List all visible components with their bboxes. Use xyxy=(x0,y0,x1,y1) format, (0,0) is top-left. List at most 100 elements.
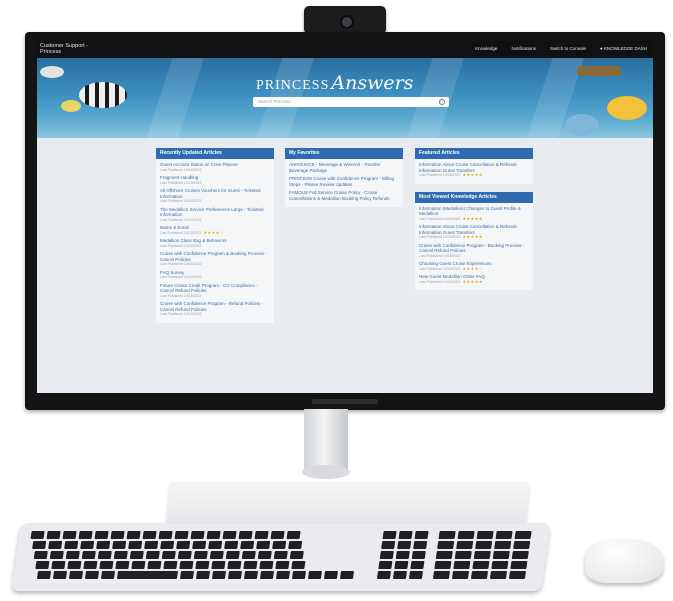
key xyxy=(514,531,532,539)
key xyxy=(376,571,392,579)
article-date: Last Published 10/18/2022 xyxy=(419,279,461,284)
key xyxy=(32,541,47,549)
article-title[interactable]: Cruise with Confidence Program - Booking… xyxy=(419,243,529,254)
key xyxy=(211,561,226,569)
article-item[interactable]: All Offshore Cruises Vouchers for Guest … xyxy=(160,188,270,204)
article-date: Last Published 10/18/2022 xyxy=(160,167,202,172)
key xyxy=(161,551,176,559)
key xyxy=(273,551,288,559)
article-item[interactable]: ANNOUNCE - Beverage & Wine/All - Transfe… xyxy=(289,162,399,173)
user-name: KNOWLEDGE DASH xyxy=(603,46,647,51)
article-title[interactable]: FAMOUS Full Service Cruise Policy - Crui… xyxy=(289,190,399,201)
key xyxy=(113,551,128,559)
key xyxy=(394,561,409,569)
article-item[interactable]: PRINCESS Cruise with Confidence Program … xyxy=(289,176,399,187)
key xyxy=(190,531,205,539)
article-item[interactable]: Future Cruise Credit Program - CO Compli… xyxy=(160,283,270,299)
article-item[interactable]: Cruise with Confidence Program - Refund … xyxy=(160,301,270,317)
article-title[interactable]: ANNOUNCE - Beverage & Wine/All - Transfe… xyxy=(289,162,399,173)
key xyxy=(110,531,125,539)
key xyxy=(382,531,397,539)
article-item[interactable]: Choosing Guest Cruise Experiences Last Pu… xyxy=(419,261,529,271)
app-title[interactable]: Customer Support - Princess xyxy=(40,43,88,55)
article-meta: Last Published 10/18/2022 ★★★★☆ xyxy=(160,230,270,236)
article-date: Last Published 10/18/2022 xyxy=(419,253,461,258)
search-input[interactable]: Search Princess xyxy=(253,97,449,107)
key xyxy=(286,531,301,539)
key xyxy=(475,541,493,549)
article-item[interactable]: FAQ Survey Last Published 10/18/2022 xyxy=(160,270,270,280)
key xyxy=(116,571,179,579)
key xyxy=(272,541,287,549)
key xyxy=(323,571,339,579)
article-item[interactable]: Information (Medallion) Changes to Guest… xyxy=(419,206,529,222)
monitor-stand xyxy=(304,409,348,469)
article-item[interactable]: Information About Cruise Cancellation & … xyxy=(419,224,529,240)
article-item[interactable]: Information About Cruise Cancellation & … xyxy=(419,162,529,178)
panel-body: ANNOUNCE - Beverage & Wine/All - Transfe… xyxy=(285,159,403,207)
key xyxy=(413,541,428,549)
key xyxy=(195,561,210,569)
article-title[interactable]: Cruise with Confidence Program - Refund … xyxy=(160,301,270,312)
top-bar: Customer Support - Princess Knowledge No… xyxy=(37,41,653,58)
article-item[interactable]: Cruise with Confidence Program - Booking… xyxy=(419,243,529,259)
key xyxy=(291,561,306,569)
panel-title: My Favorites xyxy=(285,148,403,159)
nav-notifications[interactable]: Notifications xyxy=(511,46,536,51)
article-meta: Last Published 10/18/2022 ★★★★☆ xyxy=(419,266,529,272)
article-title[interactable]: All Offshore Cruises Vouchers for Guest … xyxy=(160,188,270,199)
key xyxy=(80,541,95,549)
article-item[interactable]: Cruise with Confidence Program & Booking… xyxy=(160,251,270,267)
article-date: Last Published 10/18/2022 xyxy=(419,173,461,177)
article-item[interactable]: New Guest Medallion Order FAQ Last Publis… xyxy=(419,274,529,284)
key xyxy=(451,571,470,579)
article-title[interactable]: Future Cruise Credit Program - CO Compli… xyxy=(160,283,270,294)
article-title[interactable]: The Medallion Service Preferences Large … xyxy=(160,207,270,218)
key xyxy=(491,561,509,569)
user-menu[interactable]: ● KNOWLEDGE DASH xyxy=(600,46,647,51)
key xyxy=(48,541,63,549)
article-item[interactable]: The Medallion Service Preferences Large … xyxy=(160,207,270,223)
article-date: Last Published 10/18/2022 xyxy=(160,199,202,203)
key xyxy=(195,571,211,579)
key xyxy=(454,551,472,559)
key xyxy=(163,561,178,569)
article-meta: Last Published 10/18/2022 xyxy=(160,294,270,299)
key xyxy=(158,531,173,539)
key xyxy=(131,561,146,569)
article-meta: Last Published 10/18/2022 xyxy=(160,218,270,223)
search-icon[interactable] xyxy=(439,99,445,105)
key xyxy=(46,531,61,539)
key xyxy=(33,551,48,559)
article-item[interactable]: Medallion Class Bag & Behaviors Last Publ… xyxy=(160,238,270,248)
princess-answers-logo: PRINCESS Answers xyxy=(256,72,413,94)
article-meta: Last Published 10/18/2022 xyxy=(160,168,270,173)
key xyxy=(240,541,255,549)
article-date: Last Published 10/18/2022 xyxy=(160,217,202,222)
key xyxy=(241,551,256,559)
article-title[interactable]: Information (Medallion) Changes to Guest… xyxy=(419,206,529,217)
article-item[interactable]: Guest Account Status on Crew Planner Last… xyxy=(160,162,270,172)
article-title[interactable]: PRINCESS Cruise with Confidence Program … xyxy=(289,176,399,187)
article-meta: Last Published 10/18/2022 xyxy=(160,262,270,267)
key xyxy=(489,571,508,579)
key xyxy=(179,571,195,579)
article-item[interactable]: Name & Email Last Published 10/18/2022 ★★★… xyxy=(160,225,270,235)
key xyxy=(193,551,208,559)
bezel-logo xyxy=(312,399,378,404)
key xyxy=(414,531,429,539)
search-placeholder: Search Princess xyxy=(258,99,291,104)
key xyxy=(473,551,491,559)
article-title[interactable]: Cruise with Confidence Program & Booking… xyxy=(160,251,270,262)
light-ray xyxy=(136,58,208,138)
favorites-panel: My Favorites ANNOUNCE - Beverage & Wine/… xyxy=(285,148,403,207)
nav-switch-console[interactable]: Switch to Console xyxy=(550,46,586,51)
key xyxy=(243,571,259,579)
panel-body: Information (Medallion) Changes to Guest… xyxy=(415,202,533,290)
nav-knowledge[interactable]: Knowledge xyxy=(475,46,497,51)
key xyxy=(472,561,490,569)
key xyxy=(144,541,159,549)
article-item[interactable]: FAMOUS Full Service Cruise Policy - Crui… xyxy=(289,190,399,201)
article-item[interactable]: Fragment Handling Last Published 10/18/20… xyxy=(160,175,270,185)
